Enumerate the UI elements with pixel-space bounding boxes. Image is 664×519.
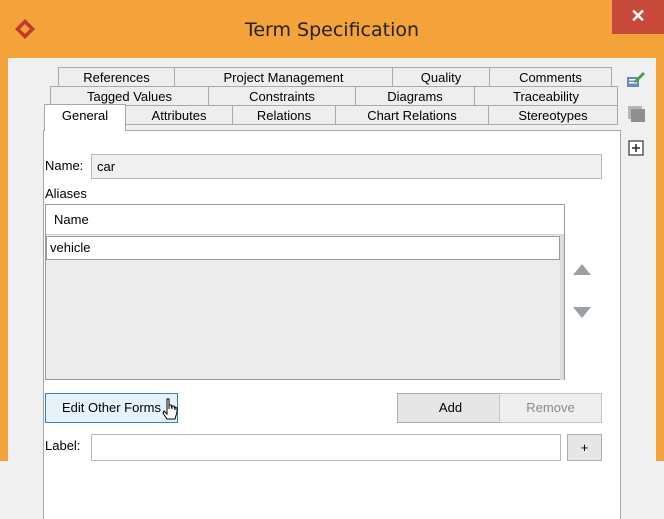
window-border-right	[656, 58, 664, 461]
window-border-left	[0, 58, 8, 461]
tab-references[interactable]: References	[58, 67, 175, 87]
name-field[interactable]: car	[91, 154, 602, 179]
tab-diagrams[interactable]: Diagrams	[355, 86, 475, 106]
close-button[interactable]: ✕	[612, 0, 664, 34]
column-header-name[interactable]: Name	[46, 205, 564, 235]
mouse-pointer-icon	[162, 398, 178, 420]
edit-icon[interactable]	[626, 70, 646, 90]
tab-comments[interactable]: Comments	[489, 67, 612, 87]
move-down-icon[interactable]	[572, 305, 592, 319]
tab-quality[interactable]: Quality	[392, 67, 490, 87]
tab-general[interactable]: General	[44, 104, 126, 131]
table-scrollbar[interactable]	[560, 235, 564, 380]
tab-project-management[interactable]: Project Management	[174, 67, 393, 87]
move-up-icon[interactable]	[572, 263, 592, 277]
aliases-table[interactable]: Name vehicle	[45, 204, 565, 380]
label-plus-button[interactable]: +	[567, 434, 602, 461]
tab-traceability[interactable]: Traceability	[474, 86, 618, 106]
tab-relations[interactable]: Relations	[232, 105, 336, 125]
add-button[interactable]: Add	[397, 393, 504, 423]
aliases-label: Aliases	[45, 186, 87, 201]
title-bar: Term Specification ✕	[0, 0, 664, 58]
name-label: Name:	[45, 158, 84, 173]
table-row[interactable]: vehicle	[46, 236, 560, 260]
tab-stereotypes[interactable]: Stereotypes	[488, 105, 618, 125]
remove-button[interactable]: Remove	[499, 393, 602, 423]
add-box-icon[interactable]	[626, 138, 646, 158]
stamp-icon[interactable]	[626, 103, 646, 123]
label-label: Label:	[45, 438, 81, 453]
label-field[interactable]	[91, 434, 561, 461]
tab-constraints[interactable]: Constraints	[208, 86, 356, 106]
window-title: Term Specification	[244, 19, 420, 41]
edit-other-forms-button[interactable]: Edit Other Forms	[45, 393, 178, 423]
tab-tagged-values[interactable]: Tagged Values	[50, 86, 209, 106]
tab-chart-relations[interactable]: Chart Relations	[335, 105, 489, 125]
tab-attributes[interactable]: Attributes	[125, 105, 233, 125]
